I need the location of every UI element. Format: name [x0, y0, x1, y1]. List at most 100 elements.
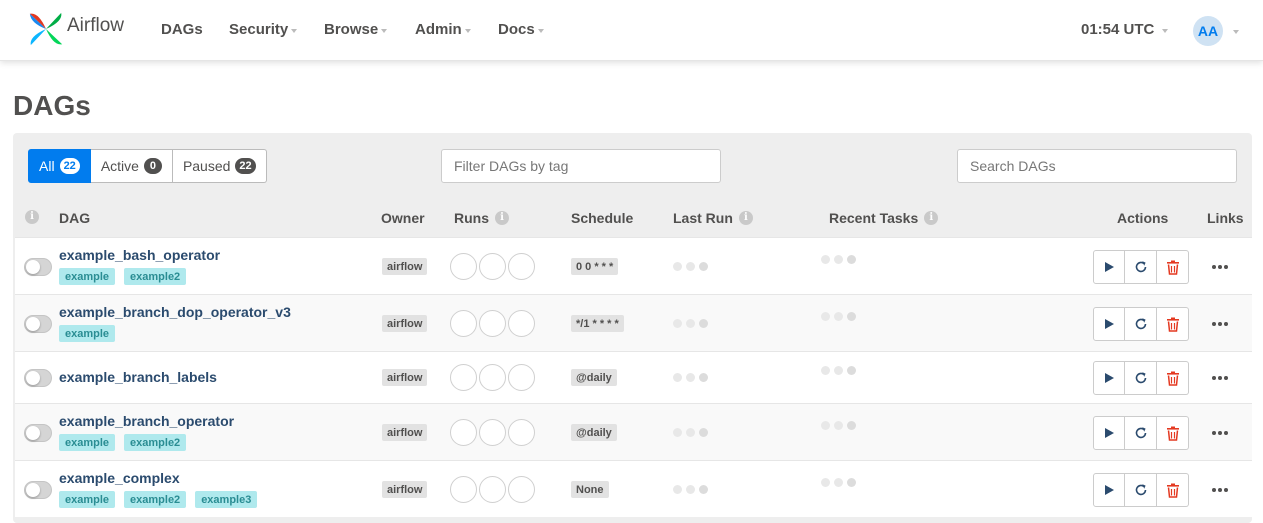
- nav-security[interactable]: Security: [229, 21, 298, 38]
- dag-runs: [450, 476, 537, 503]
- dag-actions: [1093, 361, 1189, 395]
- owner-badge[interactable]: airflow: [382, 481, 428, 498]
- run-status-circle[interactable]: [450, 310, 477, 337]
- run-status-circle[interactable]: [479, 476, 506, 503]
- trigger-dag-button[interactable]: [1093, 473, 1125, 507]
- run-status-circle[interactable]: [479, 419, 506, 446]
- user-avatar[interactable]: AA: [1193, 16, 1223, 46]
- last-run-loading: [673, 428, 708, 437]
- info-icon[interactable]: i: [924, 211, 939, 225]
- trigger-dag-button[interactable]: [1093, 416, 1125, 450]
- play-icon: [1103, 484, 1115, 496]
- delete-dag-button[interactable]: [1157, 307, 1189, 341]
- dag-tag[interactable]: example: [59, 491, 116, 508]
- timezone-menu[interactable]: 01:54 UTC: [1081, 21, 1169, 38]
- more-links-icon[interactable]: [1212, 430, 1228, 436]
- filter-all-count-badge: 22: [59, 158, 80, 174]
- filter-all-button[interactable]: All 22: [28, 149, 91, 183]
- run-status-circle[interactable]: [508, 310, 535, 337]
- info-icon[interactable]: i: [738, 211, 753, 225]
- more-links-icon[interactable]: [1212, 487, 1228, 493]
- column-header-schedule[interactable]: Schedule: [571, 210, 633, 226]
- last-run-loading: [673, 373, 708, 382]
- delete-dag-button[interactable]: [1157, 473, 1189, 507]
- nav-docs[interactable]: Docs: [498, 21, 544, 38]
- refresh-dag-button[interactable]: [1125, 250, 1157, 284]
- dag-tag[interactable]: example2: [124, 434, 187, 451]
- dag-link[interactable]: example_branch_dop_operator_v3: [59, 304, 291, 320]
- trash-icon: [1166, 317, 1180, 332]
- search-input[interactable]: Search DAGs: [957, 149, 1237, 183]
- run-status-circle[interactable]: [508, 364, 535, 391]
- dag-tag[interactable]: example2: [124, 268, 187, 285]
- dag-link[interactable]: example_complex: [59, 470, 180, 486]
- filter-paused-button[interactable]: Paused 22: [172, 149, 267, 183]
- select-all-info[interactable]: i: [25, 210, 39, 224]
- dag-link[interactable]: example_branch_labels: [59, 369, 217, 385]
- pause-toggle[interactable]: [24, 315, 52, 333]
- pause-toggle[interactable]: [24, 424, 52, 442]
- tag-filter-input[interactable]: Filter DAGs by tag: [441, 149, 721, 183]
- column-header-links-label: Links: [1207, 210, 1244, 226]
- nav-browse[interactable]: Browse: [324, 21, 388, 38]
- trigger-dag-button[interactable]: [1093, 307, 1125, 341]
- caret-down-icon[interactable]: [1233, 30, 1239, 34]
- run-status-circle[interactable]: [450, 476, 477, 503]
- run-status-circle[interactable]: [479, 364, 506, 391]
- more-links-icon[interactable]: [1212, 264, 1228, 270]
- column-header-last-run[interactable]: Last Run i: [673, 210, 753, 226]
- column-header-dag[interactable]: DAG: [59, 210, 90, 226]
- trigger-dag-button[interactable]: [1093, 361, 1125, 395]
- delete-dag-button[interactable]: [1157, 416, 1189, 450]
- dag-actions: [1093, 250, 1189, 284]
- delete-dag-button[interactable]: [1157, 361, 1189, 395]
- pause-toggle[interactable]: [24, 258, 52, 276]
- owner-badge[interactable]: airflow: [382, 424, 428, 441]
- refresh-dag-button[interactable]: [1125, 473, 1157, 507]
- nav-admin[interactable]: Admin: [415, 21, 471, 38]
- schedule-badge: 0 0 * * *: [571, 258, 619, 275]
- brand[interactable]: Airflow: [27, 10, 124, 48]
- column-header-schedule-label: Schedule: [571, 210, 634, 226]
- dag-tag[interactable]: example3: [195, 491, 258, 508]
- dag-link[interactable]: example_bash_operator: [59, 247, 220, 263]
- caret-down-icon: [537, 28, 544, 33]
- nav-dags[interactable]: DAGs: [161, 21, 203, 38]
- column-header-owner[interactable]: Owner: [381, 210, 425, 226]
- run-status-circle[interactable]: [450, 253, 477, 280]
- nav-security-label: Security: [229, 21, 289, 38]
- trash-icon: [1166, 426, 1180, 441]
- status-filter-group: All 22 Active 0 Paused 22: [28, 149, 267, 183]
- run-status-circle[interactable]: [508, 419, 535, 446]
- more-links-icon[interactable]: [1212, 375, 1228, 381]
- filter-active-button[interactable]: Active 0: [90, 149, 173, 183]
- run-status-circle[interactable]: [450, 364, 477, 391]
- dag-actions: [1093, 473, 1189, 507]
- run-status-circle[interactable]: [450, 419, 477, 446]
- run-status-circle[interactable]: [508, 253, 535, 280]
- refresh-dag-button[interactable]: [1125, 307, 1157, 341]
- owner-badge[interactable]: airflow: [382, 258, 428, 275]
- dag-tag[interactable]: example: [59, 268, 116, 285]
- dag-tag[interactable]: example: [59, 325, 116, 342]
- dag-tag[interactable]: example: [59, 434, 116, 451]
- refresh-dag-button[interactable]: [1125, 416, 1157, 450]
- trigger-dag-button[interactable]: [1093, 250, 1125, 284]
- dag-link[interactable]: example_branch_operator: [59, 413, 234, 429]
- owner-badge[interactable]: airflow: [382, 369, 428, 386]
- info-icon[interactable]: i: [495, 211, 509, 225]
- owner-badge[interactable]: airflow: [382, 315, 428, 332]
- more-links-icon[interactable]: [1212, 321, 1228, 327]
- nav-dags-label: DAGs: [161, 21, 203, 38]
- refresh-dag-button[interactable]: [1125, 361, 1157, 395]
- dag-tag[interactable]: example2: [124, 491, 187, 508]
- schedule-badge: */1 * * * *: [571, 315, 624, 332]
- pause-toggle[interactable]: [24, 369, 52, 387]
- run-status-circle[interactable]: [479, 253, 506, 280]
- play-icon: [1103, 372, 1115, 384]
- info-icon: i: [25, 210, 39, 224]
- run-status-circle[interactable]: [508, 476, 535, 503]
- pause-toggle[interactable]: [24, 481, 52, 499]
- delete-dag-button[interactable]: [1157, 250, 1189, 284]
- run-status-circle[interactable]: [479, 310, 506, 337]
